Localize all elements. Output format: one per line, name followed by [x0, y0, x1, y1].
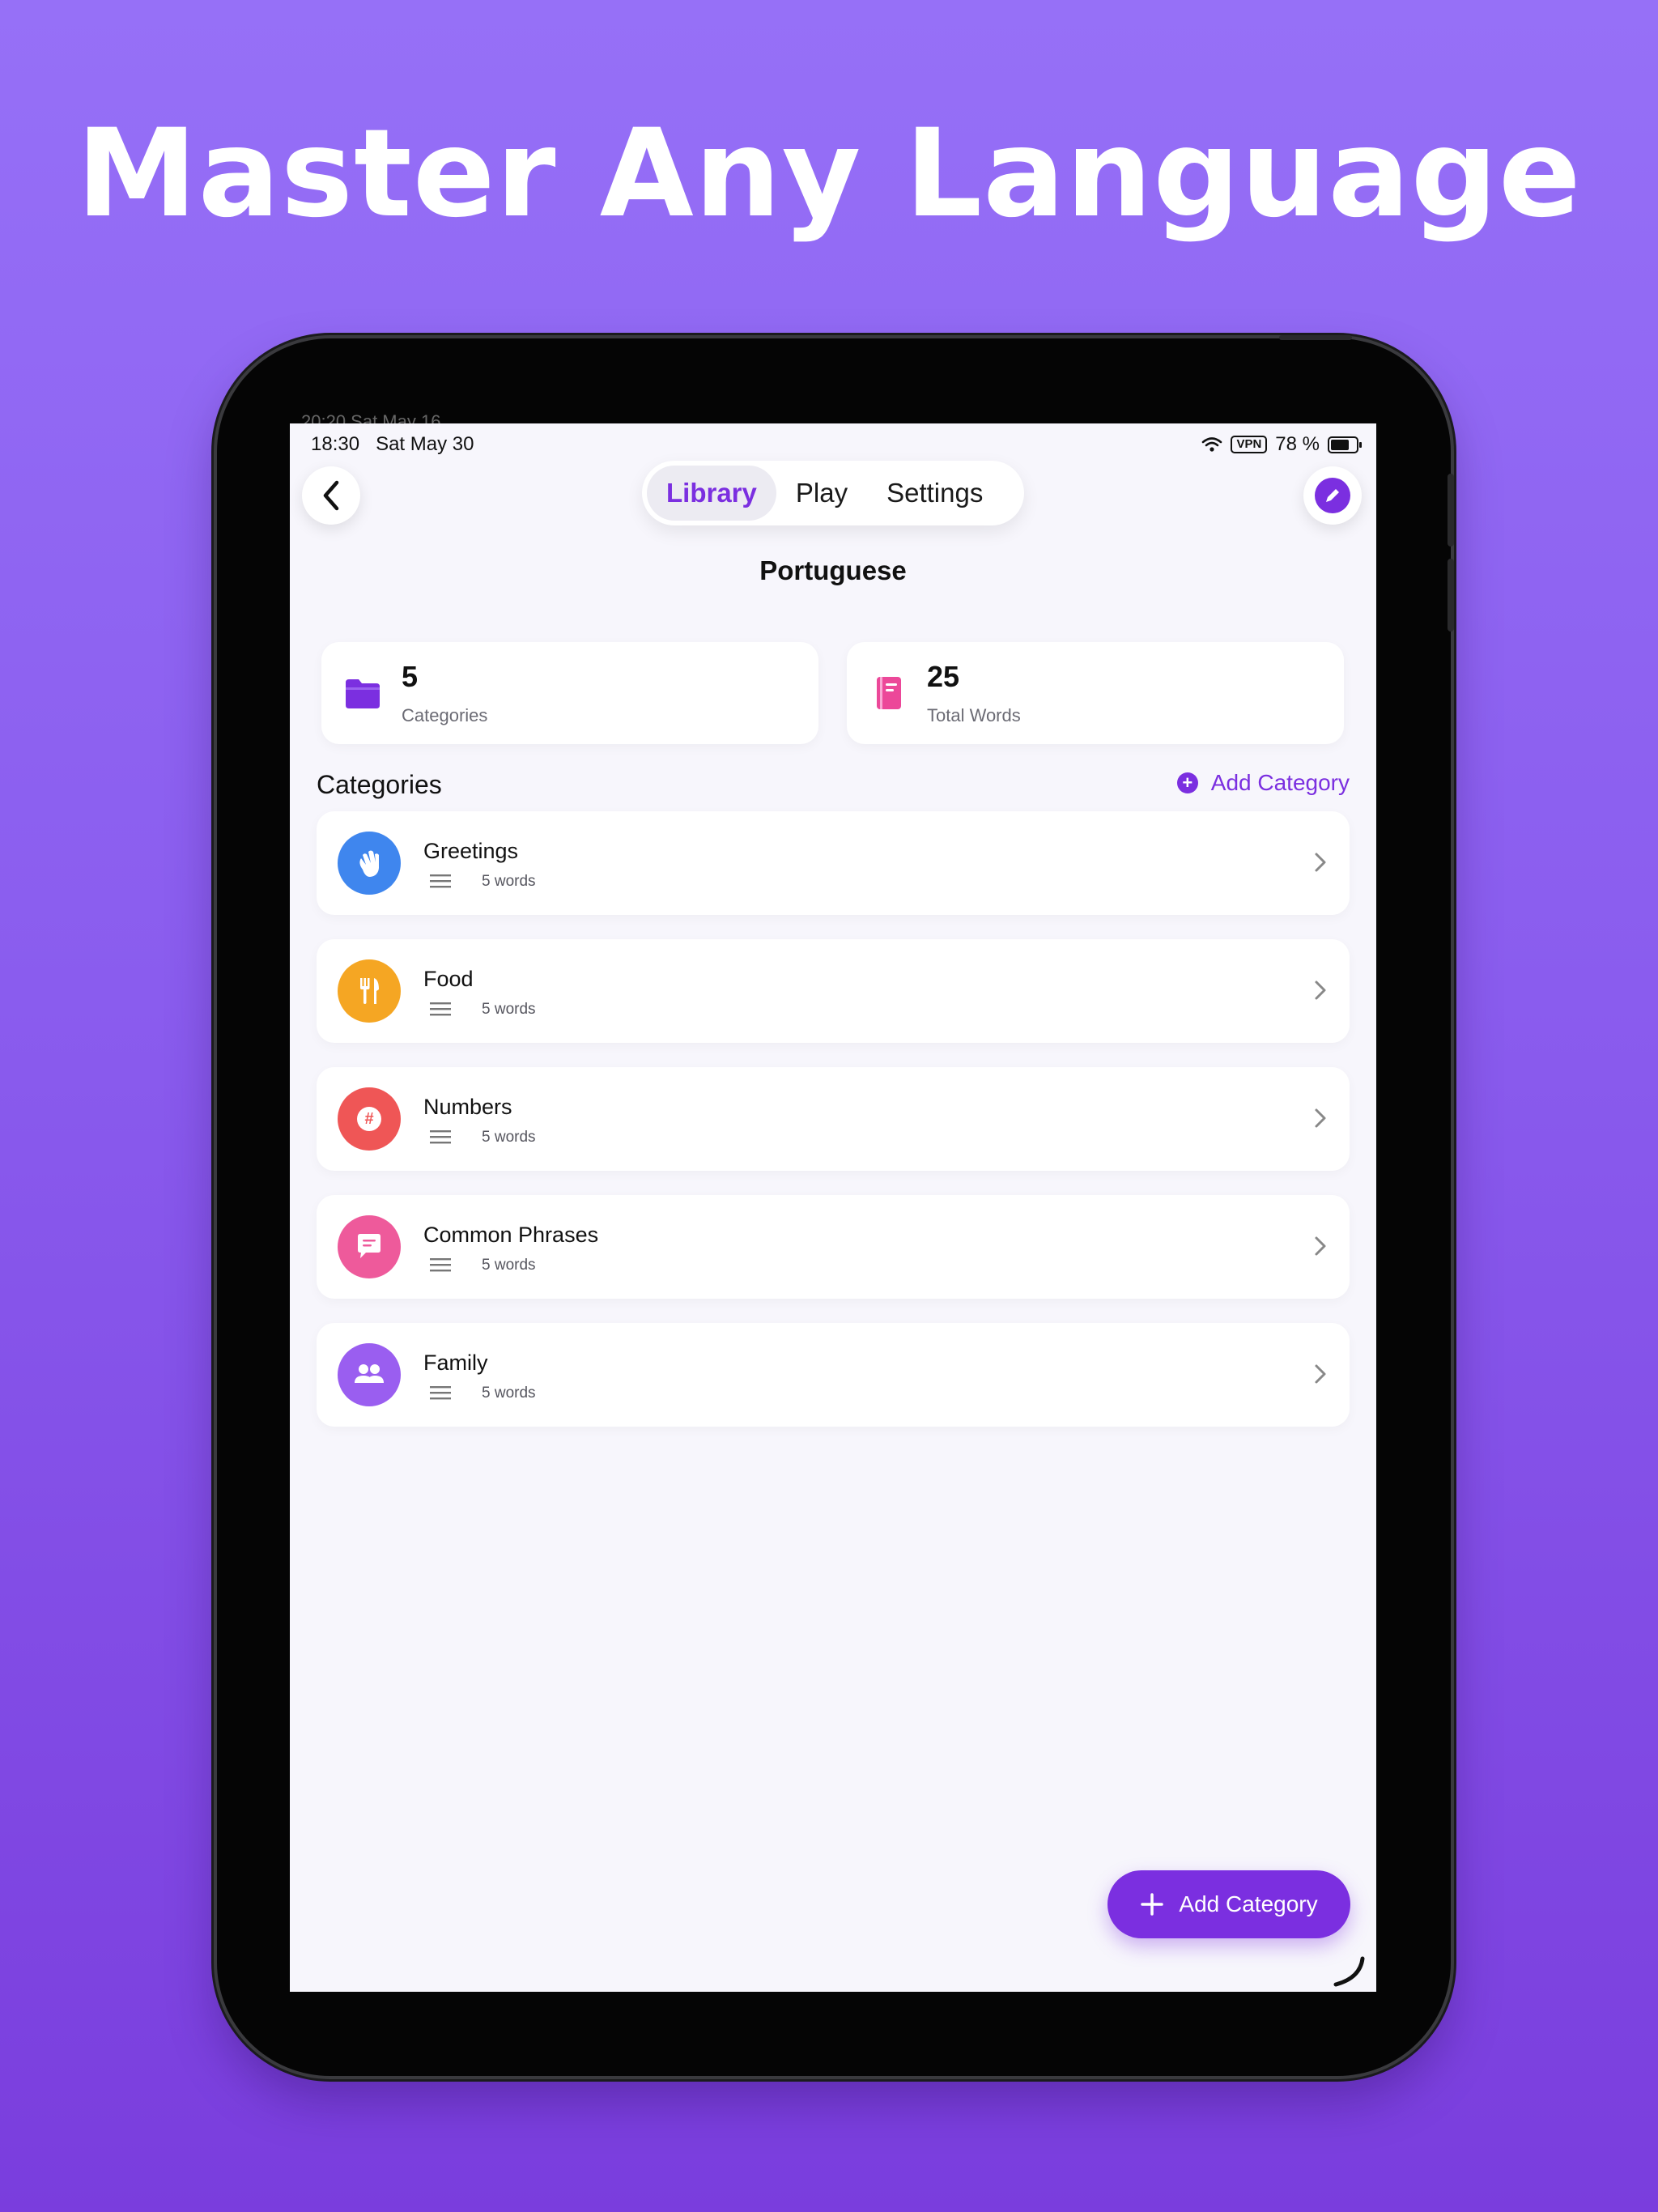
list-icon — [430, 874, 451, 888]
category-word-count: 5 words — [482, 1385, 536, 1402]
category-row-family[interactable]: Family 5 words — [317, 1323, 1350, 1427]
category-name: Family — [423, 1351, 488, 1375]
add-category-fab-label: Add Category — [1179, 1891, 1318, 1916]
list-icon — [430, 1130, 451, 1144]
hashtag-icon: # — [338, 1087, 401, 1151]
tab-play[interactable]: Play — [776, 466, 867, 521]
categories-count-label: Categories — [402, 705, 488, 725]
status-indicators: VPN 78 % — [1201, 433, 1362, 456]
category-word-count: 5 words — [482, 1001, 536, 1018]
add-category-link-label: Add Category — [1210, 770, 1350, 795]
category-row-numbers[interactable]: # Numbers 5 words — [317, 1067, 1350, 1171]
fork-knife-icon — [338, 959, 401, 1023]
book-icon — [877, 677, 901, 709]
back-button[interactable] — [302, 466, 360, 525]
add-category-link[interactable]: + Add Category — [1176, 770, 1350, 796]
chevron-right-icon — [1315, 1364, 1326, 1384]
plus-circle-icon: + — [1176, 772, 1198, 793]
list-icon — [430, 1258, 451, 1272]
status-bar: 18:30 Sat May 30 VPN 78 % — [290, 423, 1376, 464]
category-word-count: 5 words — [482, 1257, 536, 1274]
page-title: Portuguese — [759, 555, 907, 585]
list-icon — [430, 1386, 451, 1400]
categories-stat-card: 5 Categories — [321, 642, 818, 744]
total-words-count: 25 — [927, 660, 960, 693]
battery-percent: 78 % — [1275, 433, 1320, 455]
app-screen: 18:30 Sat May 30 VPN 78 % Library Play S… — [290, 423, 1376, 1992]
category-name: Common Phrases — [423, 1223, 599, 1247]
marketing-headline: Master Any Language — [76, 104, 1582, 245]
resize-handle-icon — [1333, 1956, 1365, 1987]
edit-button[interactable] — [1303, 466, 1362, 525]
volume-down-button — [1448, 559, 1454, 632]
main-tab-bar: Library Play Settings — [642, 461, 1024, 525]
chevron-right-icon — [1315, 853, 1326, 872]
tab-settings[interactable]: Settings — [867, 466, 1002, 521]
plus-icon — [1141, 1893, 1164, 1916]
category-name: Numbers — [423, 1095, 512, 1119]
vpn-badge: VPN — [1231, 436, 1268, 453]
category-name: Greetings — [423, 839, 519, 863]
category-row-greetings[interactable]: Greetings 5 words — [317, 811, 1350, 915]
volume-up-button — [1448, 474, 1454, 547]
people-icon — [338, 1343, 401, 1406]
category-word-count: 5 words — [482, 873, 536, 890]
words-stat-card: 25 Total Words — [847, 642, 1344, 744]
tab-library[interactable]: Library — [647, 466, 776, 521]
total-words-label: Total Words — [927, 705, 1021, 725]
folder-icon — [346, 679, 380, 708]
category-row-food[interactable]: Food 5 words — [317, 939, 1350, 1043]
category-name: Food — [423, 967, 474, 991]
waving-hand-icon — [338, 832, 401, 895]
status-time: 18:30 Sat May 30 — [311, 433, 474, 455]
chevron-right-icon — [1315, 981, 1326, 1000]
top-button — [1279, 335, 1352, 340]
add-category-fab[interactable]: Add Category — [1107, 1870, 1350, 1938]
battery-icon — [1328, 436, 1362, 453]
chevron-right-icon — [1315, 1236, 1326, 1256]
list-icon — [430, 1002, 451, 1016]
categories-heading: Categories — [317, 770, 442, 799]
wifi-icon — [1202, 437, 1222, 452]
pencil-icon — [1315, 478, 1350, 513]
category-word-count: 5 words — [482, 1129, 536, 1146]
chevron-right-icon — [1315, 1108, 1326, 1128]
chat-bubble-icon — [338, 1215, 401, 1278]
chevron-left-icon — [323, 480, 339, 511]
category-row-common-phrases[interactable]: Common Phrases 5 words — [317, 1195, 1350, 1299]
categories-count: 5 — [402, 660, 419, 693]
